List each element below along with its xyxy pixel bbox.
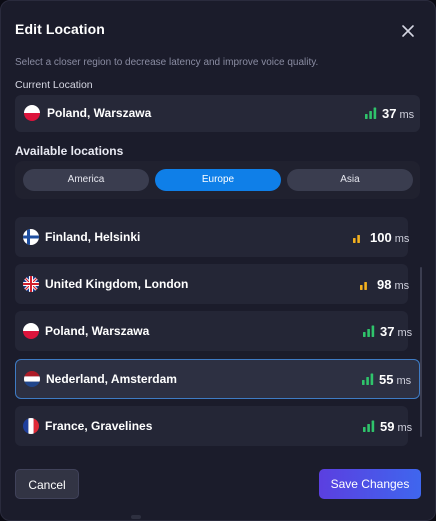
list-scrollbar[interactable] (420, 267, 422, 437)
location-name: France, Gravelines (45, 419, 153, 433)
current-location-label: Current Location (15, 79, 93, 91)
signal-strength-icon (363, 324, 375, 342)
location-name: Nederland, Amsterdam (46, 372, 177, 386)
current-location-card: Poland, Warszawa 37 ms (15, 95, 420, 132)
location-ping: 100 ms (370, 230, 410, 245)
close-icon[interactable] (398, 21, 418, 41)
location-ping: 37 ms (380, 324, 413, 339)
uk-flag-icon (23, 276, 39, 292)
save-changes-button[interactable]: Save Changes (319, 469, 421, 499)
location-ping: 59 ms (380, 419, 413, 434)
available-locations-label: Available locations (15, 144, 124, 158)
dialog-title: Edit Location (15, 21, 105, 37)
france-flag-icon (23, 418, 39, 434)
location-row-netherlands[interactable]: Nederland, Amsterdam 55 ms (15, 359, 420, 399)
location-row-united-kingdom[interactable]: United Kingdom, London 98 ms (15, 264, 410, 304)
location-name: United Kingdom, London (45, 277, 189, 291)
tab-america[interactable]: America (23, 169, 149, 191)
location-ping: 98 ms (377, 277, 410, 292)
signal-strength-icon (353, 230, 365, 248)
location-name: Finland, Helsinki (45, 230, 141, 244)
region-tabs: America Europe Asia (15, 161, 420, 199)
location-row-poland[interactable]: Poland, Warszawa 37 ms (15, 311, 412, 351)
locations-list[interactable]: Finland, Helsinki 100 ms United Kingdom, … (15, 207, 420, 449)
current-location-ping: 37 ms (382, 106, 415, 121)
resize-grip (131, 515, 141, 519)
signal-strength-icon (363, 419, 375, 437)
poland-flag-icon (23, 323, 39, 339)
cancel-button[interactable]: Cancel (15, 469, 79, 499)
signal-strength-icon (360, 277, 372, 295)
finland-flag-icon (23, 229, 39, 245)
location-name: Poland, Warszawa (45, 324, 150, 338)
location-row-france[interactable]: France, Gravelines 59 ms (15, 406, 412, 446)
location-ping: 55 ms (379, 372, 412, 387)
tab-asia[interactable]: Asia (287, 169, 413, 191)
signal-strength-icon (365, 106, 377, 124)
netherlands-flag-icon (24, 371, 40, 387)
dialog-subtitle: Select a closer region to decrease laten… (15, 57, 319, 68)
current-location-name: Poland, Warszawa (47, 106, 152, 120)
signal-strength-icon (362, 372, 374, 390)
poland-flag-icon (24, 105, 40, 121)
location-row-finland[interactable]: Finland, Helsinki 100 ms (15, 217, 410, 257)
edit-location-dialog: Edit Location Select a closer region to … (0, 0, 436, 521)
tab-europe[interactable]: Europe (155, 169, 281, 191)
